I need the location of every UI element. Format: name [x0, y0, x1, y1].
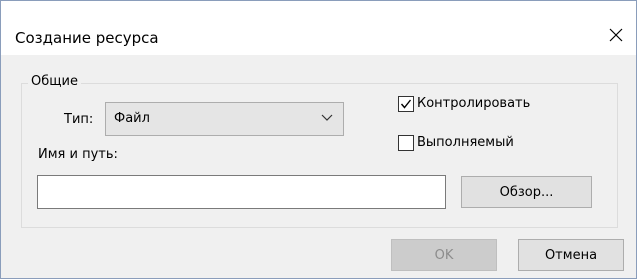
type-dropdown[interactable]: Файл [105, 102, 344, 136]
cancel-button[interactable]: Отмена [518, 239, 624, 271]
general-group-label: Общие [28, 74, 81, 89]
browse-button-label: Обзор... [499, 184, 554, 200]
executable-checkbox[interactable] [398, 135, 414, 151]
path-input[interactable] [37, 175, 446, 209]
monitor-checkbox[interactable] [398, 96, 414, 112]
executable-checkbox-label[interactable]: Выполняемый [417, 135, 514, 150]
monitor-checkbox-label[interactable]: Контролировать [417, 96, 530, 111]
checkmark-icon [400, 99, 412, 109]
close-button[interactable] [602, 21, 630, 49]
browse-button[interactable]: Обзор... [461, 176, 592, 208]
dialog-title: Создание ресурса [15, 29, 159, 47]
close-icon [609, 28, 623, 42]
ok-button-label: OK [434, 247, 454, 263]
ok-button[interactable]: OK [391, 239, 497, 271]
path-label: Имя и путь: [38, 147, 118, 162]
cancel-button-label: Отмена [544, 247, 598, 263]
type-label: Тип: [64, 112, 94, 127]
type-dropdown-value: Файл [114, 111, 150, 126]
title-bar: Создание ресурса [1, 1, 636, 55]
chevron-down-icon [321, 114, 333, 121]
create-resource-dialog: Создание ресурса Общие Тип: Файл Контрол… [0, 0, 637, 279]
